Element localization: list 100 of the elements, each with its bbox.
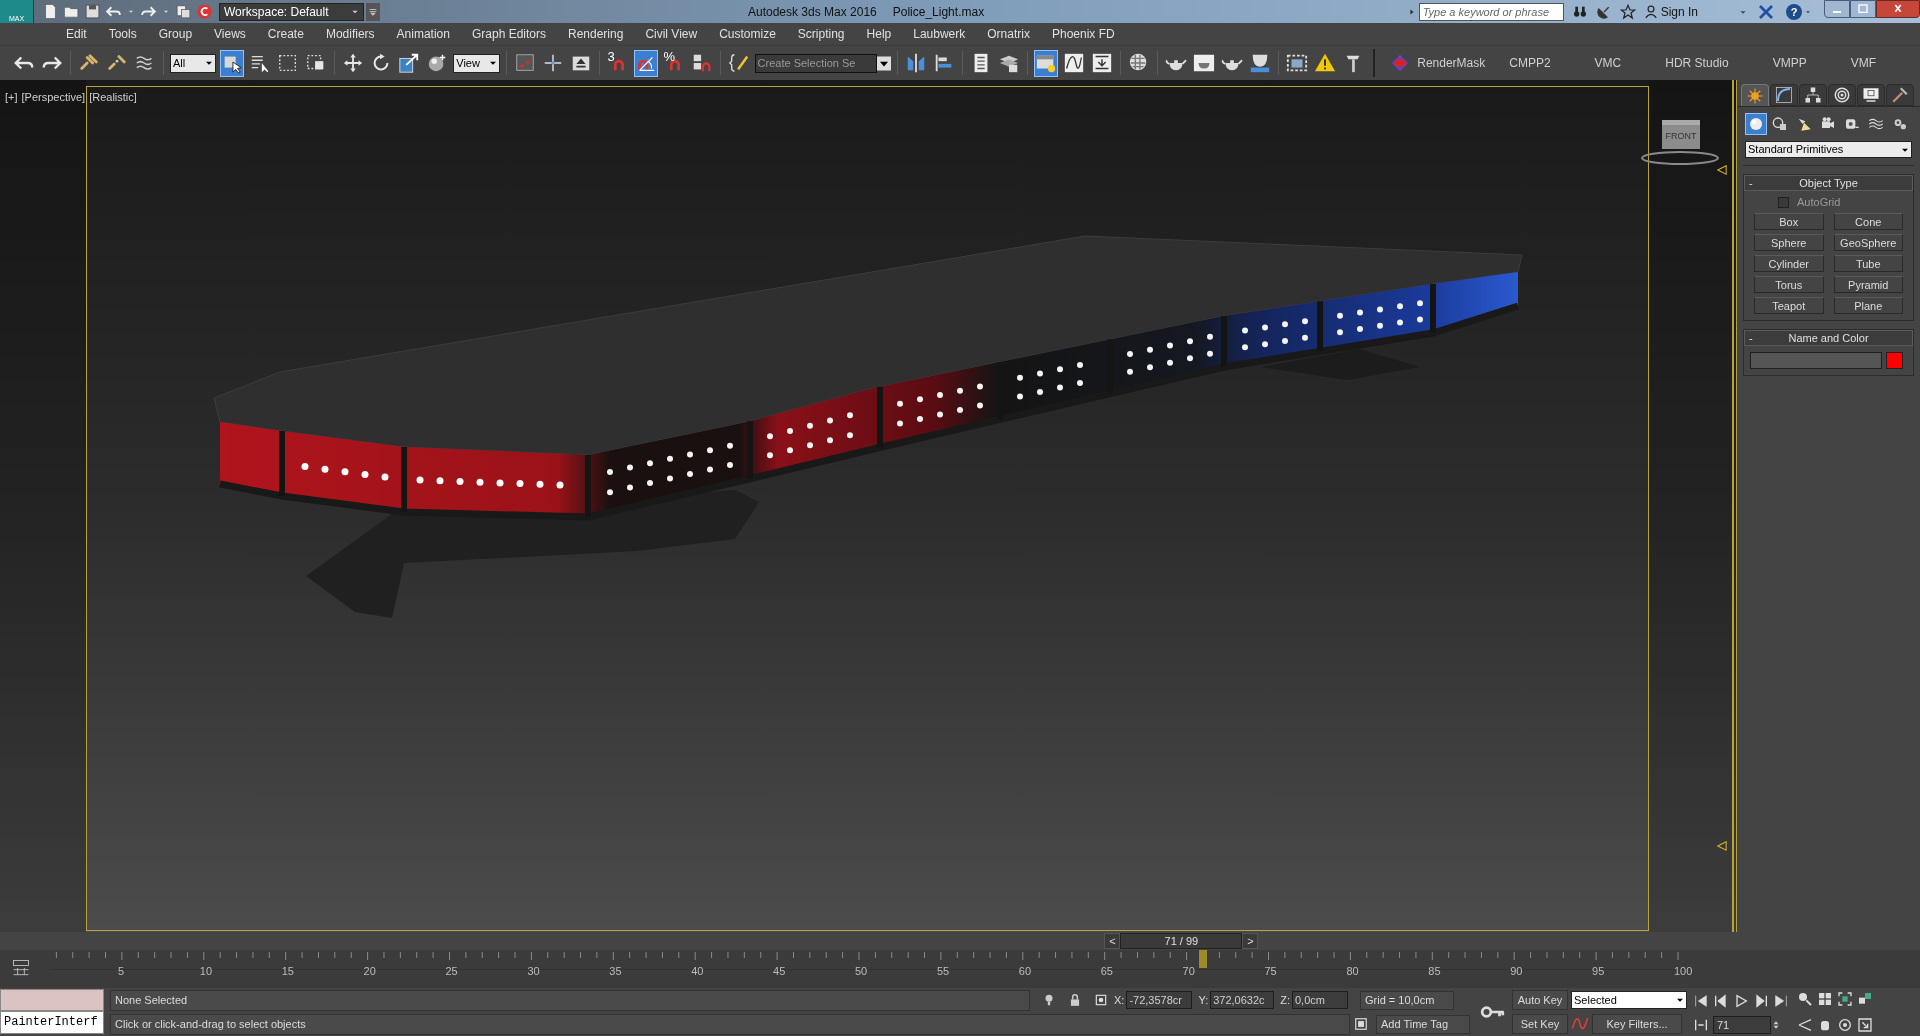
color-swatch[interactable]	[1886, 352, 1903, 369]
add-time-tag-button[interactable]: Add Time Tag	[1376, 1014, 1470, 1034]
zoom-icon[interactable]	[1797, 991, 1813, 1007]
rollout-header[interactable]: - Object Type	[1744, 175, 1913, 191]
panel-tab[interactable]	[1886, 84, 1914, 106]
project-folder-icon[interactable]	[175, 3, 192, 20]
next-frame-icon[interactable]	[1753, 993, 1769, 1009]
new-file-icon[interactable]	[42, 3, 59, 20]
curve-editor-icon[interactable]	[10, 958, 32, 978]
named-selection-field[interactable]: Create Selection Se	[754, 53, 877, 73]
viewcube-ring-icon[interactable]	[1640, 150, 1720, 166]
plugin-button[interactable]: VMF	[1850, 49, 1876, 77]
primitive-button[interactable]: Sphere	[1754, 234, 1824, 251]
primitive-button[interactable]: Pyramid	[1833, 276, 1903, 293]
crosshair-box-icon[interactable]	[1094, 993, 1108, 1007]
go-to-end-icon[interactable]	[1773, 993, 1789, 1009]
orbit-icon[interactable]	[1837, 1016, 1853, 1033]
auto-key-button[interactable]: Auto Key	[1512, 990, 1568, 1010]
viewport-label[interactable]: [Realistic]	[89, 89, 137, 106]
menu-item[interactable]: Help	[855, 25, 903, 43]
menu-item[interactable]: Edit	[55, 25, 98, 43]
toolbar-options-button[interactable]	[366, 2, 380, 21]
primitive-button[interactable]: Torus	[1754, 276, 1824, 293]
viewport-label[interactable]: [+]	[5, 89, 18, 106]
key-mode-dropdown[interactable]: Selected	[1571, 991, 1687, 1009]
key-mode-toggle-icon[interactable]	[1693, 1017, 1709, 1033]
rollout-header[interactable]: - Name and Color	[1744, 330, 1913, 346]
menu-item[interactable]: Create	[256, 25, 315, 43]
field-of-view-icon[interactable]	[1797, 1016, 1813, 1033]
current-frame-marker[interactable]	[1198, 950, 1207, 968]
panel-tab[interactable]	[1799, 84, 1827, 106]
plugin-button[interactable]: VMC	[1594, 49, 1622, 77]
previous-frame-button[interactable]: <	[1104, 933, 1121, 949]
menu-item[interactable]: Modifiers	[314, 25, 386, 43]
toolbar-dropdown[interactable]: All	[170, 53, 217, 73]
primitive-button[interactable]: GeoSphere	[1833, 234, 1903, 251]
sign-in-button[interactable]: Sign In	[1643, 2, 1698, 21]
help-button[interactable]: ?	[1786, 3, 1802, 20]
panel-tab[interactable]	[1770, 84, 1798, 106]
time-tag-icon[interactable]	[1354, 1017, 1368, 1031]
primitive-button[interactable]: Cylinder	[1754, 255, 1824, 272]
panel-tab[interactable]	[1828, 84, 1856, 106]
menu-item[interactable]: Laubwerk	[902, 25, 977, 43]
viewport-label[interactable]: [Perspective]	[21, 89, 86, 106]
menu-item[interactable]: Civil View	[634, 25, 709, 43]
listener-field[interactable]: PainterInterf	[0, 1011, 104, 1034]
menu-item[interactable]: Views	[203, 25, 257, 43]
set-key-button[interactable]: Set Key	[1512, 1014, 1568, 1034]
plugin-button[interactable]: HDR Studio	[1665, 49, 1729, 77]
primitive-button[interactable]: Tube	[1833, 255, 1903, 272]
time-slider-handle[interactable]: 71 / 99	[1120, 933, 1243, 949]
primitive-button[interactable]: Box	[1754, 213, 1824, 230]
listener-swatch[interactable]	[0, 989, 104, 1011]
c-circle-icon[interactable]	[196, 3, 213, 20]
toolbar-dropdown[interactable]: View	[453, 53, 500, 73]
search-field[interactable]: Type a keyword or phrase	[1418, 2, 1564, 21]
category-button[interactable]	[1745, 113, 1767, 135]
zoom-extents-icon[interactable]	[1837, 991, 1853, 1007]
cubes-icon[interactable]	[1857, 991, 1873, 1007]
x-coordinate-field[interactable]: -72,3578cr	[1126, 991, 1193, 1009]
y-coordinate-field[interactable]: 372,0632c	[1210, 991, 1275, 1009]
previous-frame-icon[interactable]	[1713, 993, 1729, 1009]
menu-item[interactable]: Customize	[708, 25, 787, 43]
object-name-field[interactable]	[1750, 352, 1882, 369]
toolbar-button[interactable]	[633, 49, 658, 77]
menu-item[interactable]: Animation	[385, 25, 461, 43]
menu-item[interactable]: Ornatrix	[976, 25, 1041, 43]
autogrid-checkbox[interactable]	[1778, 196, 1789, 208]
toolbar-button[interactable]: %	[661, 49, 686, 77]
lock-icon[interactable]	[1068, 993, 1082, 1007]
maximize-viewport-icon[interactable]	[1857, 1016, 1873, 1033]
menu-item[interactable]: Phoenix FD	[1040, 25, 1126, 43]
plugin-button[interactable]: VMPP	[1772, 49, 1807, 77]
maximize-icon[interactable]	[1850, 0, 1876, 18]
plugin-button[interactable]: CMPP2	[1509, 49, 1551, 77]
toolbar-button[interactable]	[1033, 49, 1058, 77]
panel-tab[interactable]	[1857, 84, 1885, 106]
current-frame-field[interactable]: 71	[1713, 1016, 1771, 1034]
star-icon[interactable]	[1619, 3, 1636, 20]
workspace-dropdown[interactable]: Workspace: Default	[219, 2, 364, 21]
next-frame-button[interactable]: >	[1242, 933, 1259, 949]
minimize-icon[interactable]	[1824, 0, 1850, 18]
plugin-button[interactable]: RenderMask	[1389, 49, 1486, 77]
primitive-button[interactable]: Cone	[1833, 213, 1903, 230]
toolbar-button[interactable]: 3	[605, 49, 630, 77]
close-icon[interactable]	[1876, 0, 1920, 18]
menu-item[interactable]: Graph Editors	[460, 25, 557, 43]
primitive-button[interactable]: Plane	[1833, 297, 1903, 314]
menu-item[interactable]: Group	[147, 25, 204, 43]
primitive-button[interactable]: Teapot	[1754, 297, 1824, 314]
primitives-dropdown[interactable]: Standard Primitives	[1745, 141, 1912, 158]
go-to-start-icon[interactable]	[1693, 993, 1709, 1009]
menu-item[interactable]: Scripting	[786, 25, 856, 43]
key-filters-button[interactable]: Key Filters...	[1592, 1014, 1682, 1034]
menu-item[interactable]: Rendering	[557, 25, 635, 43]
grid-icon[interactable]	[1817, 991, 1833, 1007]
save-icon[interactable]	[84, 3, 101, 20]
x-mark-icon[interactable]	[1758, 3, 1774, 20]
viewcube[interactable]: FRONT	[1662, 120, 1700, 149]
z-coordinate-field[interactable]: 0,0cm	[1292, 991, 1348, 1009]
